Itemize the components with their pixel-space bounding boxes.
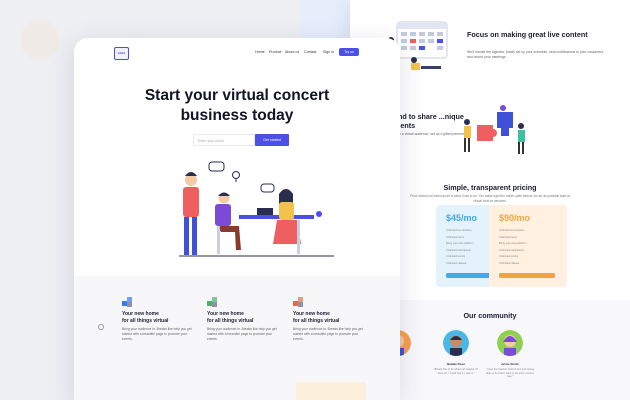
pricing-card: $90/mo Unlimited live streams Unlimited us… (489, 205, 567, 287)
feature-title: Your new home for all things virtual (122, 311, 197, 324)
feature-title-line: for all things virtual (122, 317, 169, 324)
front-page: LOGO Home Product About us Contact Sign … (74, 38, 400, 400)
pricing-feature: Unlimited events (499, 255, 519, 258)
feature-text: Bring your audience in. Breaks like help… (293, 327, 363, 341)
pricing-card-price: $45/mo (446, 213, 478, 223)
decorative-block (296, 382, 366, 400)
pricing-feature: Unlimited classes (499, 261, 520, 265)
hero-title-line: Start your virtual concert (144, 87, 330, 104)
puzzle-illustration-icon (464, 105, 525, 154)
try-us-button[interactable]: Try us (339, 48, 359, 56)
pricing-select-button[interactable] (499, 273, 555, 278)
meeting-illustration-icon (179, 161, 334, 257)
avatar (497, 330, 523, 356)
community-member-text: "Breath has to be where art started. If … (433, 368, 479, 375)
community-member-name: Natalie Rose (446, 362, 465, 366)
community-member-name: Annie Smith (501, 362, 519, 366)
nav-about[interactable]: About us (285, 50, 299, 54)
background-circle (20, 20, 60, 60)
feature-text: Bring your audience in. Breaks like help… (122, 327, 192, 341)
avatar (443, 330, 469, 356)
nav-sign-in[interactable]: Sign in (323, 50, 334, 54)
feature-icon (122, 297, 132, 307)
feature-title: Your new home for all things virtual (293, 311, 368, 324)
pricing-feature: Unlimited participants (499, 248, 524, 252)
feature-title: Focus on making great live content (467, 30, 588, 39)
feature-text: We'll handle the logistics. Easily set u… (467, 50, 605, 59)
pricing-feature: Unlimited users (499, 235, 517, 239)
community-member-text: "I love the freedom that comes from bein… (485, 368, 535, 378)
hero-title: Start your virtual concert business toda… (74, 86, 400, 126)
decorative-dot (98, 324, 104, 330)
get-started-button[interactable]: Get started (255, 134, 289, 146)
feature-icon (207, 297, 217, 307)
email-input[interactable]: Enter your email (193, 134, 255, 146)
feature-title-line: for all things virtual (293, 317, 340, 324)
feature-title-line: for all things virtual (207, 317, 254, 324)
pricing-subtitle: Price should not interrupt all of what I… (410, 194, 570, 203)
hero-title-line: business today (180, 107, 294, 124)
logo[interactable]: LOGO (114, 47, 129, 60)
pricing-card-price: $90/mo (499, 213, 531, 223)
pricing-feature: Unlimited live streams (499, 229, 525, 232)
nav-home[interactable]: Home (255, 50, 265, 54)
feature-icon (293, 297, 303, 307)
feature-text: Bring your audience in. Breaks like help… (207, 327, 277, 341)
nav-product[interactable]: Product (269, 50, 281, 54)
pricing-feature: Bring your own platform (499, 242, 527, 245)
feature-title: Your new home for all things virtual (207, 311, 282, 324)
nav-contact[interactable]: Contact (304, 50, 316, 54)
